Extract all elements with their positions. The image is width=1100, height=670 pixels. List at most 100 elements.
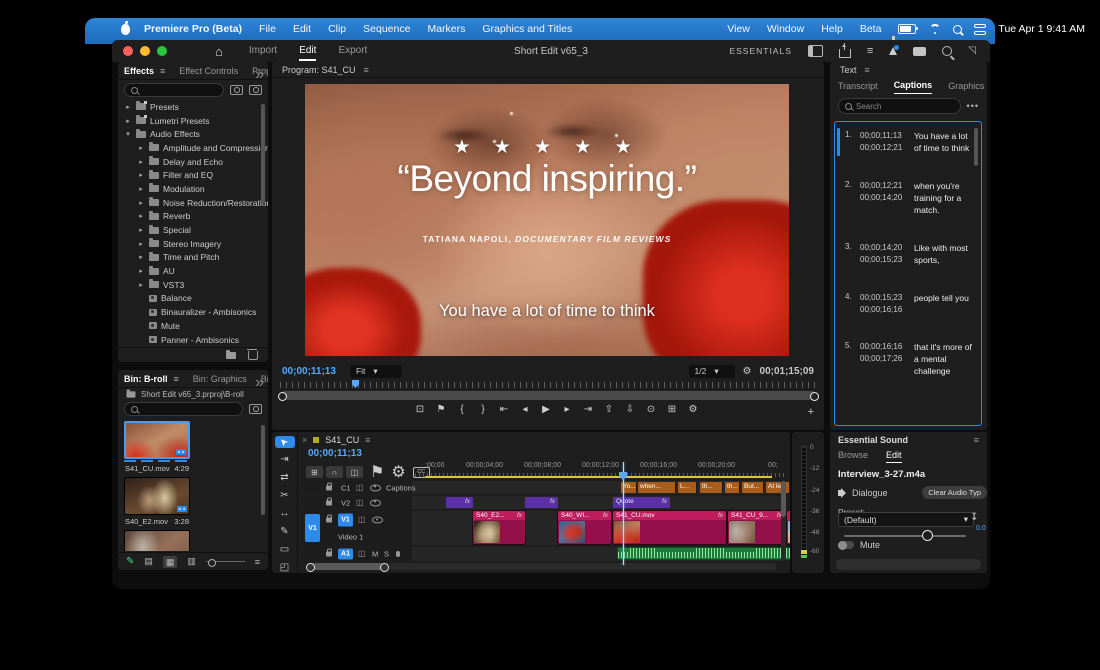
- effects-tree-item[interactable]: Binauralizer - Ambisonics: [118, 305, 268, 319]
- menubar-clock[interactable]: Tue Apr 1 9:41 AM: [998, 23, 1085, 35]
- caption-row[interactable]: 2. 00;00;12;2100;00;14;20 when you're tr…: [835, 180, 981, 216]
- track-target-v1[interactable]: V1: [338, 514, 353, 527]
- panel-tab[interactable]: Graphics: [948, 78, 984, 94]
- effects-tree-item[interactable]: ▸ Filter and EQ: [118, 168, 268, 182]
- scrollbar-handle[interactable]: [308, 563, 386, 570]
- lock-icon[interactable]: [326, 500, 332, 505]
- pen-tool[interactable]: ✎: [275, 525, 295, 537]
- minimize-window-button[interactable]: [140, 46, 150, 56]
- hand-tool[interactable]: ◰: [275, 561, 295, 573]
- lift-icon[interactable]: ⇧: [603, 404, 615, 415]
- audio-clip[interactable]: [617, 547, 790, 560]
- video-clip[interactable]: S40_E2...fx: [473, 511, 525, 544]
- menu-item[interactable]: Markers: [427, 23, 465, 35]
- effects-tree-item[interactable]: ▸ Presets: [118, 100, 268, 114]
- freeform-view-icon[interactable]: ▥: [187, 556, 196, 567]
- menu-item[interactable]: View: [727, 23, 750, 35]
- chevron-icon[interactable]: ▸: [137, 199, 145, 207]
- effects-tree-item[interactable]: Balance: [118, 292, 268, 306]
- effects-tree-item[interactable]: ▸ Delay and Echo: [118, 155, 268, 169]
- chevron-icon[interactable]: ▾: [124, 130, 132, 138]
- caption-in-time[interactable]: 00;00;16;16: [860, 341, 910, 353]
- program-title[interactable]: Program: S41_CU: [282, 65, 356, 75]
- beta-features-icon[interactable]: [889, 47, 897, 55]
- panel-tab[interactable]: Bin: Graphics: [193, 374, 247, 384]
- zoom-window-button[interactable]: [157, 46, 167, 56]
- scroll-handle-right[interactable]: [810, 392, 819, 401]
- effects-tree-item[interactable]: ▸ AU: [118, 264, 268, 278]
- fullscreen-icon[interactable]: ◹: [968, 46, 976, 56]
- mark-in-icon[interactable]: {: [456, 404, 468, 415]
- bin-search-input[interactable]: [124, 402, 243, 416]
- close-icon[interactable]: ×: [302, 435, 307, 445]
- go-to-in-icon[interactable]: ⇤: [498, 404, 510, 415]
- panel-tab[interactable]: Browse: [838, 450, 868, 463]
- export-frame-icon[interactable]: ⊡: [414, 404, 426, 415]
- menu-item[interactable]: Clip: [328, 23, 346, 35]
- track-name[interactable]: V2: [341, 498, 350, 507]
- volume-slider[interactable]: [844, 535, 966, 537]
- clip-thumbnail[interactable]: [125, 531, 189, 551]
- track-visibility-icon[interactable]: [370, 484, 381, 491]
- step-forward-icon[interactable]: ▸: [561, 404, 573, 415]
- snap-icon[interactable]: ∩: [326, 466, 343, 478]
- caption-clip[interactable]: At le...: [766, 482, 790, 493]
- panel-overflow-icon[interactable]: »: [255, 66, 264, 84]
- caption-text[interactable]: You have a lot of time to think: [914, 130, 976, 154]
- mode-tab[interactable]: Export: [338, 41, 367, 61]
- track-badge-icon[interactable]: ◫: [356, 499, 364, 507]
- menu-item[interactable]: Help: [821, 23, 843, 35]
- voiceover-mic-icon[interactable]: [396, 551, 400, 557]
- control-center-icon[interactable]: [974, 24, 986, 35]
- filter-icon[interactable]: [249, 404, 262, 414]
- effects-tree-item[interactable]: ▸ Amplitude and Compression: [118, 141, 268, 155]
- caption-text[interactable]: Like with most sports,: [914, 242, 976, 266]
- effects-tree-item[interactable]: ▸ Time and Pitch: [118, 251, 268, 265]
- caption-out-time[interactable]: 00;00;15;23: [860, 254, 910, 266]
- lock-icon[interactable]: [326, 485, 332, 490]
- caption-in-time[interactable]: 00;00;14;20: [860, 242, 910, 254]
- chevron-icon[interactable]: ▸: [137, 212, 145, 220]
- workspace-label[interactable]: ESSENTIALS: [729, 46, 791, 56]
- panel-menu-icon[interactable]: ≡: [364, 65, 369, 75]
- lock-icon[interactable]: [326, 518, 332, 523]
- button-editor-icon[interactable]: ⚙: [687, 404, 699, 415]
- marker-icon[interactable]: ⚑: [370, 462, 384, 482]
- chevron-icon[interactable]: ▸: [137, 226, 145, 234]
- track-name[interactable]: C1: [341, 483, 351, 492]
- settings-wrench-icon[interactable]: ⚙: [743, 366, 752, 377]
- feedback-icon[interactable]: [913, 47, 926, 56]
- linked-selection-icon[interactable]: ◫: [346, 466, 363, 478]
- close-window-button[interactable]: [123, 46, 133, 56]
- menu-item[interactable]: Beta: [860, 23, 882, 35]
- share-icon[interactable]: [839, 49, 851, 58]
- chevron-icon[interactable]: ▸: [137, 240, 145, 248]
- timeline-horizontal-scrollbar[interactable]: [306, 563, 776, 570]
- effects-tree-item[interactable]: ▸ Reverb: [118, 210, 268, 224]
- comparison-view-icon[interactable]: ⊞: [666, 404, 678, 415]
- effects-tree-item[interactable]: Panner - Ambisonics: [118, 333, 268, 347]
- timeline-vertical-scrollbar[interactable]: [781, 481, 786, 561]
- panel-tab[interactable]: Bin: B-roll: [124, 374, 179, 384]
- chevron-icon[interactable]: ▸: [137, 185, 145, 193]
- mode-tab[interactable]: Import: [249, 41, 277, 61]
- bin-menu-icon[interactable]: ≡: [255, 557, 260, 567]
- caption-in-time[interactable]: 00;00;12;21: [860, 180, 910, 192]
- caption-text[interactable]: when you're training for a match.: [914, 180, 976, 216]
- chevron-icon[interactable]: ▸: [137, 267, 145, 275]
- clear-audio-type-button[interactable]: Clear Audio Typ: [922, 486, 987, 499]
- list-view-icon[interactable]: ▤: [144, 556, 153, 567]
- current-timecode[interactable]: 00;00;11;13: [282, 366, 336, 377]
- menu-item[interactable]: File: [259, 23, 276, 35]
- playhead-marker[interactable]: [619, 472, 627, 480]
- workspaces-panel-icon[interactable]: [808, 45, 823, 57]
- edit-pen-icon[interactable]: ✎: [126, 556, 134, 567]
- mode-tab[interactable]: Edit: [299, 41, 316, 61]
- track-visibility-icon[interactable]: [370, 499, 381, 506]
- caption-out-time[interactable]: 00;00;17;26: [860, 353, 910, 365]
- chevron-icon[interactable]: ▸: [124, 103, 132, 111]
- caption-out-time[interactable]: 00;00;16;16: [860, 304, 910, 316]
- panel-overflow-icon[interactable]: »: [255, 374, 264, 392]
- caption-row[interactable]: 4. 00;00;15;2300;00;16;16 people tell yo…: [835, 292, 981, 315]
- thumbnail-view-icon[interactable]: ▦: [163, 556, 178, 568]
